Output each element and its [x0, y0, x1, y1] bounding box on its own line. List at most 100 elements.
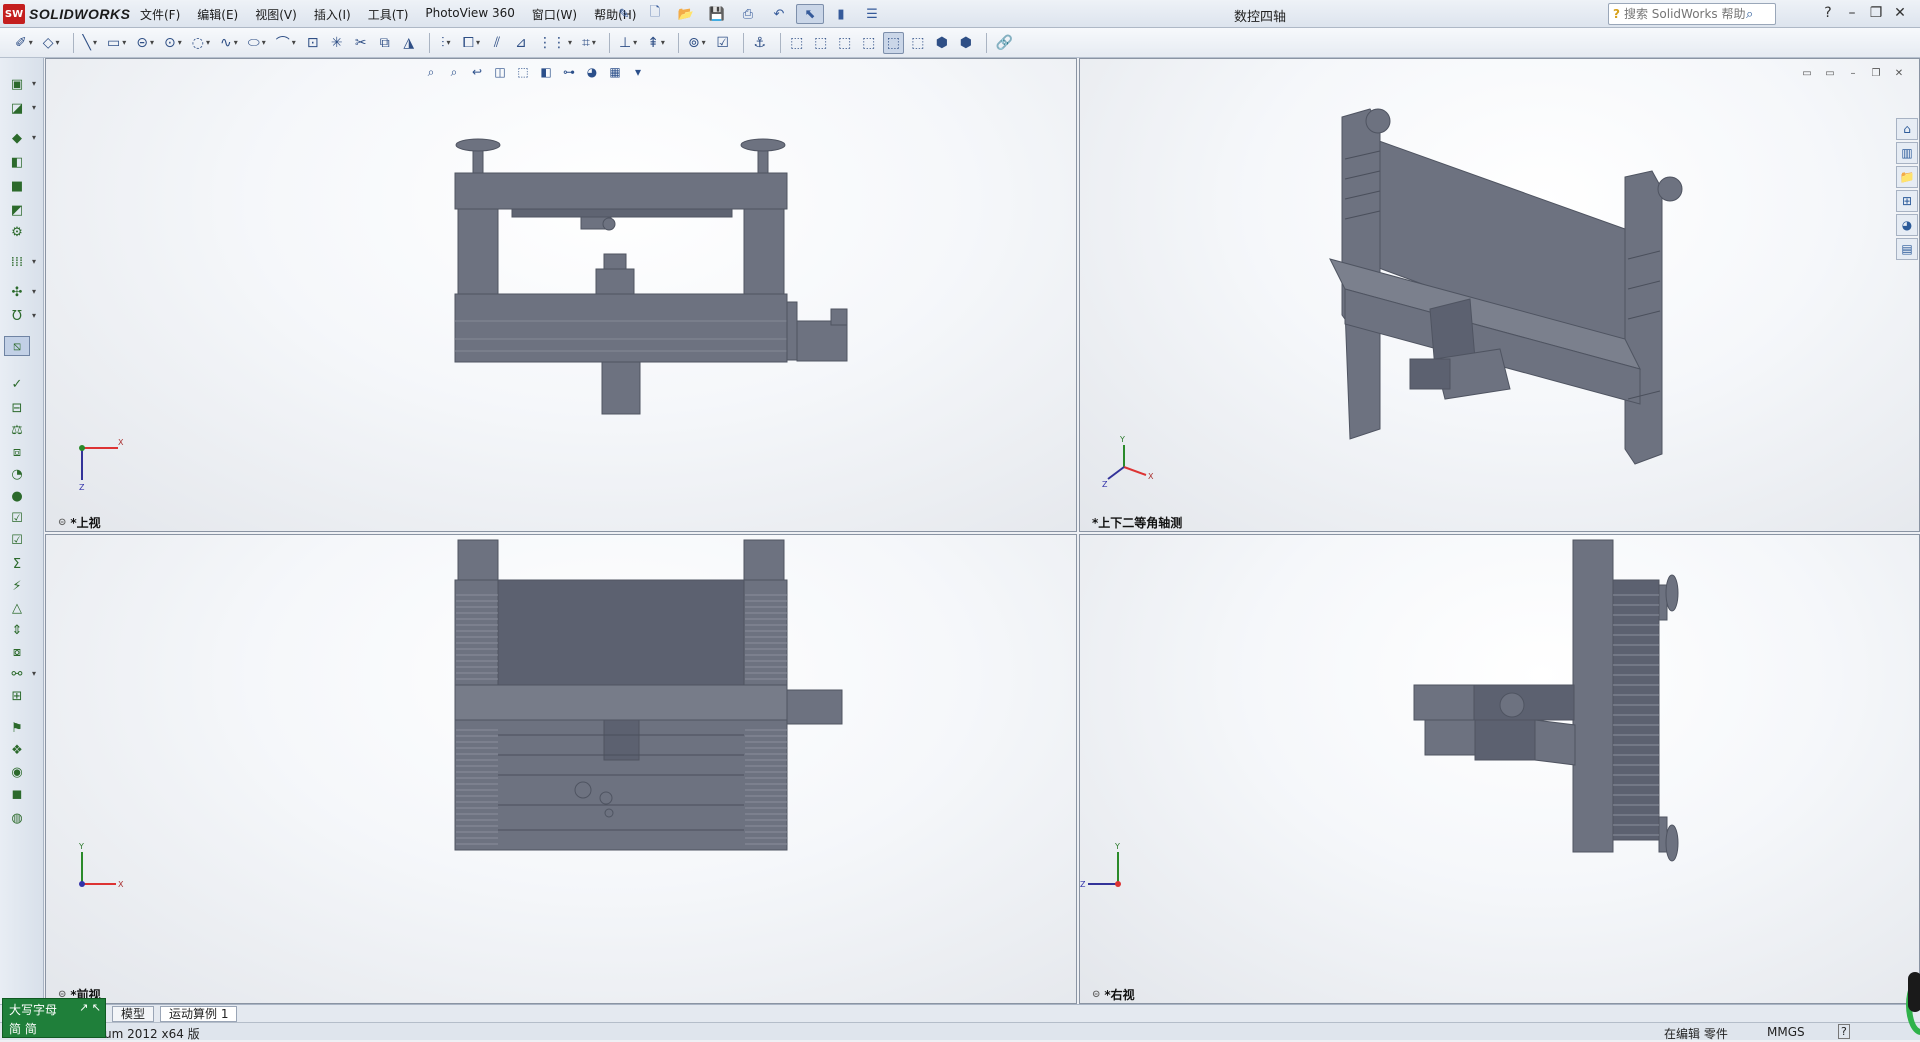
assembly-feature-icon[interactable]: ⚙ — [4, 222, 30, 242]
menu-file[interactable]: 文件(F) — [140, 6, 180, 23]
spline-icon[interactable]: ∿ ▾ — [217, 32, 241, 54]
status-units[interactable]: MMGS — [1767, 1025, 1805, 1039]
spell-check-icon[interactable]: ✓ — [4, 374, 30, 394]
move-icon[interactable]: ⫽ — [487, 32, 507, 54]
help-icon[interactable]: ? — [1816, 4, 1840, 22]
view-right-icon[interactable]: ⬚ — [835, 32, 855, 54]
compare-icon[interactable]: ⚯ — [4, 664, 30, 684]
smart-fastener-icon[interactable]: ◧ — [4, 152, 30, 172]
draft-analysis-icon[interactable]: △ — [4, 598, 30, 618]
slot-icon[interactable]: ⊝ ▾ — [133, 32, 157, 54]
normal-to-icon[interactable]: ⊚ ▾ — [685, 32, 709, 54]
menu-tools[interactable]: 工具(T) — [368, 6, 409, 23]
insert-component-icon[interactable]: ▣ — [4, 74, 30, 94]
options-icon[interactable]: ☰ — [858, 4, 886, 24]
sketch-icon[interactable]: ✐ ▾ — [12, 32, 36, 54]
save-icon[interactable]: 💾 — [703, 4, 731, 24]
link-icon[interactable]: ☑ — [713, 32, 733, 54]
search-icon[interactable]: ⌕ — [1746, 7, 1753, 22]
instant3d-icon[interactable]: ⇞ ▾ — [644, 32, 668, 54]
view-bottom-icon[interactable]: ⬢ — [932, 32, 952, 54]
minimize-icon[interactable]: – — [1840, 4, 1864, 22]
mate-icon[interactable]: ◪ — [4, 98, 30, 118]
close-icon[interactable]: ✕ — [1888, 4, 1912, 22]
floating-widget-handle[interactable] — [1908, 972, 1920, 1012]
show-hidden-icon[interactable]: ◩ — [4, 200, 30, 220]
menu-window[interactable]: 窗口(W) — [532, 6, 577, 23]
view-left-icon[interactable]: ⬚ — [811, 32, 831, 54]
section-properties-icon[interactable]: ⧈ — [4, 442, 30, 462]
point-icon[interactable]: ⊡ — [303, 32, 323, 54]
circle-icon[interactable]: ⊙ ▾ — [161, 32, 185, 54]
photoview-render-icon[interactable]: ◍ — [4, 808, 30, 828]
view-back-icon[interactable]: ⬚ — [787, 32, 807, 54]
print-icon[interactable]: ⎙ — [734, 4, 762, 24]
linear-pattern-icon[interactable]: ◆ — [4, 128, 30, 148]
menu-edit[interactable]: 编辑(E) — [197, 6, 238, 23]
repair-icon[interactable]: ⋮⋮ ▾ — [535, 32, 575, 54]
viewport-top[interactable]: ⌕ ⌕ ↩ ◫ ⬚ ◧ ⊶ ◕ ▦ ▾ X Z ⊝ *上视 — [45, 58, 1077, 532]
restore-icon[interactable]: ❐ — [1864, 4, 1888, 22]
resources-icon[interactable]: ▥ — [1896, 142, 1918, 164]
ime-toolbar[interactable]: 大写字母 ↗ ↖ 简 简 — [2, 998, 106, 1038]
toolbox-icon[interactable]: ⊞ — [4, 686, 30, 706]
exploded-view-icon[interactable]: ⧅ — [4, 336, 30, 356]
view-solid-icon[interactable]: ⬢ — [956, 32, 976, 54]
interference-icon[interactable]: ☑ — [4, 508, 30, 528]
simulation-icon[interactable]: ⚡ — [4, 576, 30, 596]
photoview-icon[interactable]: ◼ — [4, 784, 30, 804]
check-icon[interactable]: ● — [4, 486, 30, 506]
ime-mode-icon[interactable]: ↗ ↖ — [79, 1001, 101, 1014]
centerline-icon[interactable]: ✳ — [327, 32, 347, 54]
select-icon[interactable]: ⬉ — [796, 4, 824, 24]
fillet-icon[interactable]: ⌒ ▾ — [273, 32, 299, 54]
view-four-icon[interactable]: ⬚ — [859, 32, 879, 54]
ime-simplified-label[interactable]: 简 简 — [9, 1020, 37, 1037]
file-explorer-icon[interactable]: ⊞ — [1896, 190, 1918, 212]
symmetry-icon[interactable]: ⧇ — [4, 642, 30, 662]
arc-icon[interactable]: ◌ ▾ — [189, 32, 213, 54]
status-help-icon[interactable]: ? — [1838, 1024, 1850, 1039]
menu-insert[interactable]: 插入(I) — [314, 6, 351, 23]
view-front-icon[interactable]: ⚓ — [750, 32, 770, 54]
pin-icon[interactable]: ✎ — [610, 4, 638, 24]
appearance-icon[interactable]: ❖ — [4, 740, 30, 760]
viewport-right[interactable]: Y Z ⊝ *右视 — [1079, 534, 1920, 1004]
new-motion-icon[interactable]: ✣ — [4, 282, 30, 302]
link-tool-icon[interactable]: 🔗 — [993, 32, 1016, 54]
mirror-icon[interactable]: ⫶ ▾ — [436, 32, 456, 54]
rebuild-icon[interactable]: ▮ — [827, 4, 855, 24]
smart-dim-icon[interactable]: ◇ ▾ — [40, 32, 63, 54]
sum-icon[interactable]: Σ — [4, 554, 30, 574]
menu-photoview[interactable]: PhotoView 360 — [425, 6, 514, 23]
sensor-icon[interactable]: ◔ — [4, 464, 30, 484]
design-library-icon[interactable]: 📁 — [1896, 166, 1918, 188]
viewport-iso-label[interactable]: *上下二等角轴测 — [1092, 514, 1182, 531]
custom-props-icon[interactable]: ▤ — [1896, 238, 1918, 260]
mass-properties-icon[interactable]: ⚖ — [4, 420, 30, 440]
render-icon[interactable]: ◉ — [4, 762, 30, 782]
new-doc-icon[interactable]: 🗋 — [641, 4, 669, 24]
move-component-icon[interactable]: ■ — [4, 176, 30, 196]
tab-motion-study[interactable]: 运动算例 1 — [160, 1006, 238, 1022]
view-iso-icon[interactable]: ⬚ — [908, 32, 928, 54]
quick-snap-icon[interactable]: ⌗ ▾ — [579, 32, 599, 54]
viewport-isometric[interactable]: ▭ ▭ – ❐ ✕ Y X Z *上下二等角轴测 — [1079, 58, 1920, 532]
tab-model[interactable]: 模型 — [112, 1006, 155, 1022]
design-check-icon[interactable]: ⚑ — [4, 718, 30, 738]
relations-icon[interactable]: ⊿ — [511, 32, 531, 54]
menu-view[interactable]: 视图(V) — [255, 6, 297, 23]
line-icon[interactable]: ╲ ▾ — [80, 32, 100, 54]
viewport-right-label[interactable]: ⊝ *右视 — [1092, 986, 1135, 1003]
measure-icon[interactable]: ⊟ — [4, 398, 30, 418]
trim-icon[interactable]: ✂ — [351, 32, 371, 54]
pattern-icon[interactable]: ⧠ ▾ — [460, 32, 483, 54]
appearance-scene-icon[interactable]: ◕ — [1896, 214, 1918, 236]
thickness-icon[interactable]: ⇕ — [4, 620, 30, 640]
home-icon[interactable]: ⌂ — [1896, 118, 1918, 140]
offset-icon[interactable]: ◮ — [399, 32, 419, 54]
solidworks-logo[interactable]: SW SOLIDWORKS — [3, 4, 130, 24]
viewport-top-label[interactable]: ⊝ *上视 — [58, 514, 101, 531]
help-search[interactable]: ? ⌕ — [1608, 3, 1776, 25]
bill-of-materials-icon[interactable]: Ʊ — [4, 306, 30, 326]
